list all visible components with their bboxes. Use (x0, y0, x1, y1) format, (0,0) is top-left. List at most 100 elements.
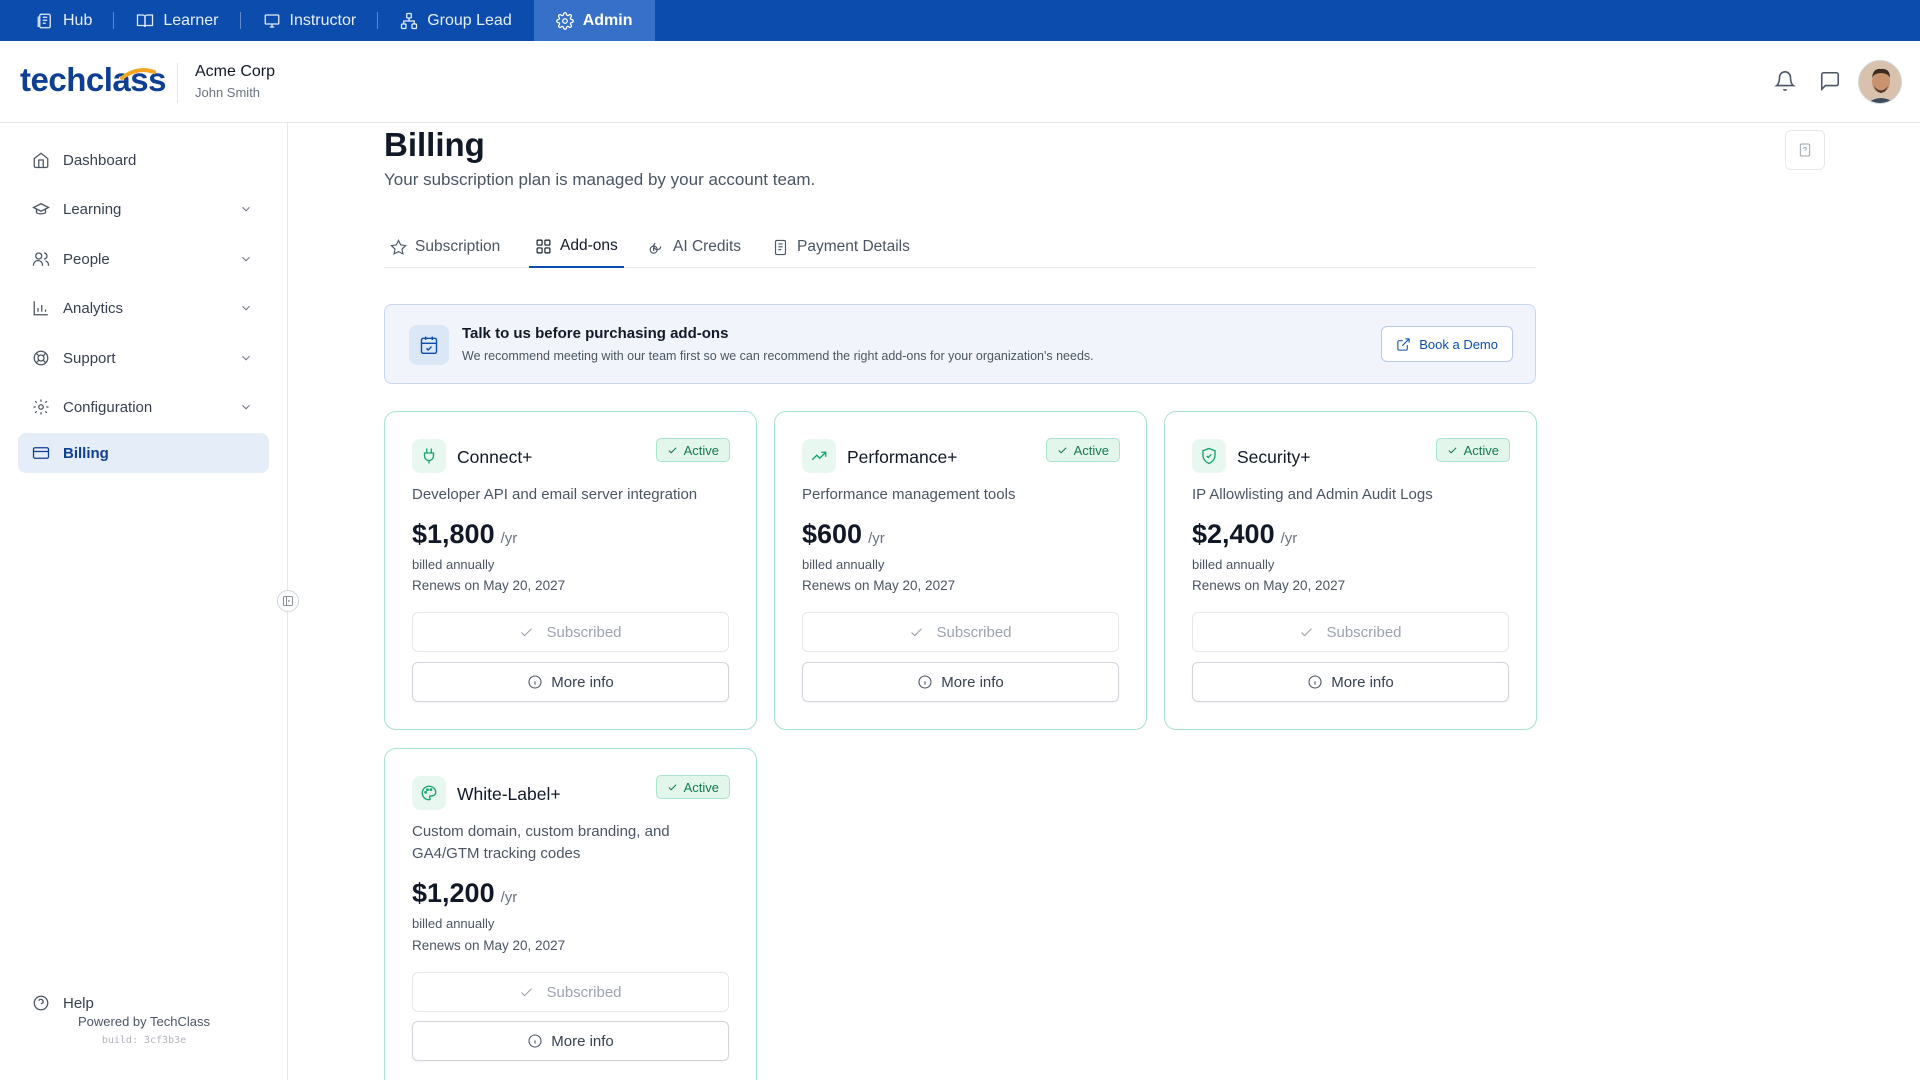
addon-name: Connect+ (457, 447, 533, 467)
check-icon (521, 627, 533, 636)
tab-subscription[interactable]: Subscription (384, 226, 506, 268)
check-icon (1301, 627, 1313, 636)
check-icon (521, 987, 533, 996)
addon-card-performance: Performance+ Active Performance manageme… (774, 411, 1147, 730)
sidebar-item-analytics[interactable]: Analytics (18, 288, 269, 328)
topnav-learner[interactable]: Learner (114, 0, 241, 41)
sidebar-item-label: Dashboard (63, 151, 137, 169)
app-header: techclass Acme Corp John Smith (0, 41, 1920, 123)
sidebar-item-support[interactable]: Support (18, 338, 269, 378)
sidebar-item-label: Learning (63, 200, 122, 218)
grid-icon (536, 239, 551, 253)
powered-by: Powered by TechClass (78, 1014, 210, 1029)
banner-title: Talk to us before purchasing add-ons (462, 325, 729, 342)
addon-card-white-label: White-Label+ Active Custom domain, custo… (384, 748, 757, 1080)
tab-label: AI Credits (673, 238, 742, 255)
book-demo-button[interactable]: Book a Demo (1381, 326, 1513, 362)
shield-check-icon (1202, 447, 1216, 465)
tab-add-ons[interactable]: Add-ons (529, 226, 624, 268)
price-amount: $1,800 (412, 519, 495, 549)
addon-name: Security+ (1237, 447, 1311, 467)
check-icon (1058, 446, 1067, 454)
notifications-button[interactable] (1774, 70, 1796, 92)
banner-icon-wrap (409, 325, 449, 365)
addon-description: IP Allowlisting and Admin Audit Logs (1192, 486, 1433, 503)
more-info-button[interactable]: More info (412, 662, 729, 702)
sidebar-item-learning[interactable]: Learning (18, 189, 269, 229)
sidebar-item-label: Billing (63, 444, 109, 462)
chevron-down-icon (242, 355, 250, 361)
addon-price: $1,200 /yr (412, 878, 517, 909)
graduation-cap-icon (32, 203, 50, 215)
plug-icon (423, 448, 435, 464)
topnav-group-lead[interactable]: Group Lead (378, 0, 534, 41)
sidebar-collapse-button[interactable] (277, 590, 299, 612)
sidebar-item-label: Analytics (63, 299, 124, 317)
star-icon (390, 238, 407, 255)
gear-icon (33, 399, 49, 415)
tab-payment-details[interactable]: Payment Details (766, 226, 916, 268)
check-icon (911, 627, 923, 636)
topnav-hub[interactable]: Hub (0, 0, 115, 41)
chevron-down-icon (242, 206, 250, 212)
tab-label: Add-ons (560, 237, 618, 254)
document-help-icon (1799, 143, 1811, 157)
status-badge: Active (1435, 438, 1510, 462)
sidebar-item-dashboard[interactable]: Dashboard (18, 140, 269, 180)
subscribed-label: Subscribed (1326, 623, 1402, 641)
sidebar-item-people[interactable]: People (18, 239, 269, 279)
subscribed-button: Subscribed (412, 612, 729, 652)
org-name[interactable]: Acme Corp (195, 63, 275, 81)
more-info-label: More info (551, 673, 614, 691)
price-amount: $1,200 (412, 878, 495, 908)
chevron-down-icon (242, 256, 250, 262)
addon-description: Performance management tools (802, 486, 1016, 503)
sidebar-item-label: Configuration (63, 398, 153, 416)
home-icon (33, 152, 49, 169)
page-subtitle: Your subscription plan is managed by you… (384, 170, 816, 189)
billing-frequency: billed annually (1192, 557, 1275, 572)
sidebar-item-billing[interactable]: Billing (18, 433, 269, 473)
palette-icon (421, 785, 437, 801)
billing-frequency: billed annually (412, 557, 495, 572)
subscribed-label: Subscribed (936, 623, 1012, 641)
avatar[interactable] (1858, 60, 1902, 104)
price-period: /yr (500, 530, 518, 547)
status-badge: Active (655, 438, 730, 462)
price-amount: $2,400 (1192, 519, 1275, 549)
page-help-button[interactable] (1785, 130, 1825, 170)
topnav-admin[interactable]: Admin (533, 0, 655, 41)
more-info-label: More info (941, 673, 1004, 691)
price-period: /yr (500, 889, 518, 906)
price-amount: $600 (802, 519, 863, 549)
header-divider (177, 63, 178, 103)
sidebar-item-label: People (63, 250, 110, 268)
sidebar-item-configuration[interactable]: Configuration (18, 387, 269, 427)
billing-frequency: billed annually (802, 557, 885, 572)
tab-label: Subscription (415, 238, 501, 255)
renewal-date: Renews on May 20, 2027 (412, 578, 566, 593)
status-badge-label: Active (683, 779, 719, 795)
addon-name: Performance+ (847, 447, 958, 467)
check-icon (1448, 446, 1457, 454)
renewal-date: Renews on May 20, 2027 (1192, 578, 1346, 593)
subscribed-button: Subscribed (802, 612, 1119, 652)
info-icon (528, 675, 542, 689)
more-info-button[interactable]: More info (412, 1021, 729, 1061)
topnav-learner-label: Learner (163, 11, 219, 29)
card-icon-wrap (412, 776, 446, 810)
more-info-button[interactable]: More info (802, 662, 1119, 702)
subscribed-label: Subscribed (546, 623, 622, 641)
org-chart-icon (401, 12, 418, 29)
topnav-instructor[interactable]: Instructor (241, 0, 379, 41)
subscribed-button: Subscribed (1192, 612, 1509, 652)
more-info-button[interactable]: More info (1192, 662, 1509, 702)
lifebuoy-icon (33, 350, 49, 366)
topnav-instructor-label: Instructor (289, 11, 357, 29)
tab-ai-credits[interactable]: AI Credits (642, 226, 747, 268)
messages-button[interactable] (1819, 70, 1841, 92)
chevron-down-icon (242, 404, 250, 410)
sidebar-help-label: Help (63, 994, 94, 1012)
status-badge: Active (655, 775, 730, 799)
status-badge: Active (1045, 438, 1120, 462)
